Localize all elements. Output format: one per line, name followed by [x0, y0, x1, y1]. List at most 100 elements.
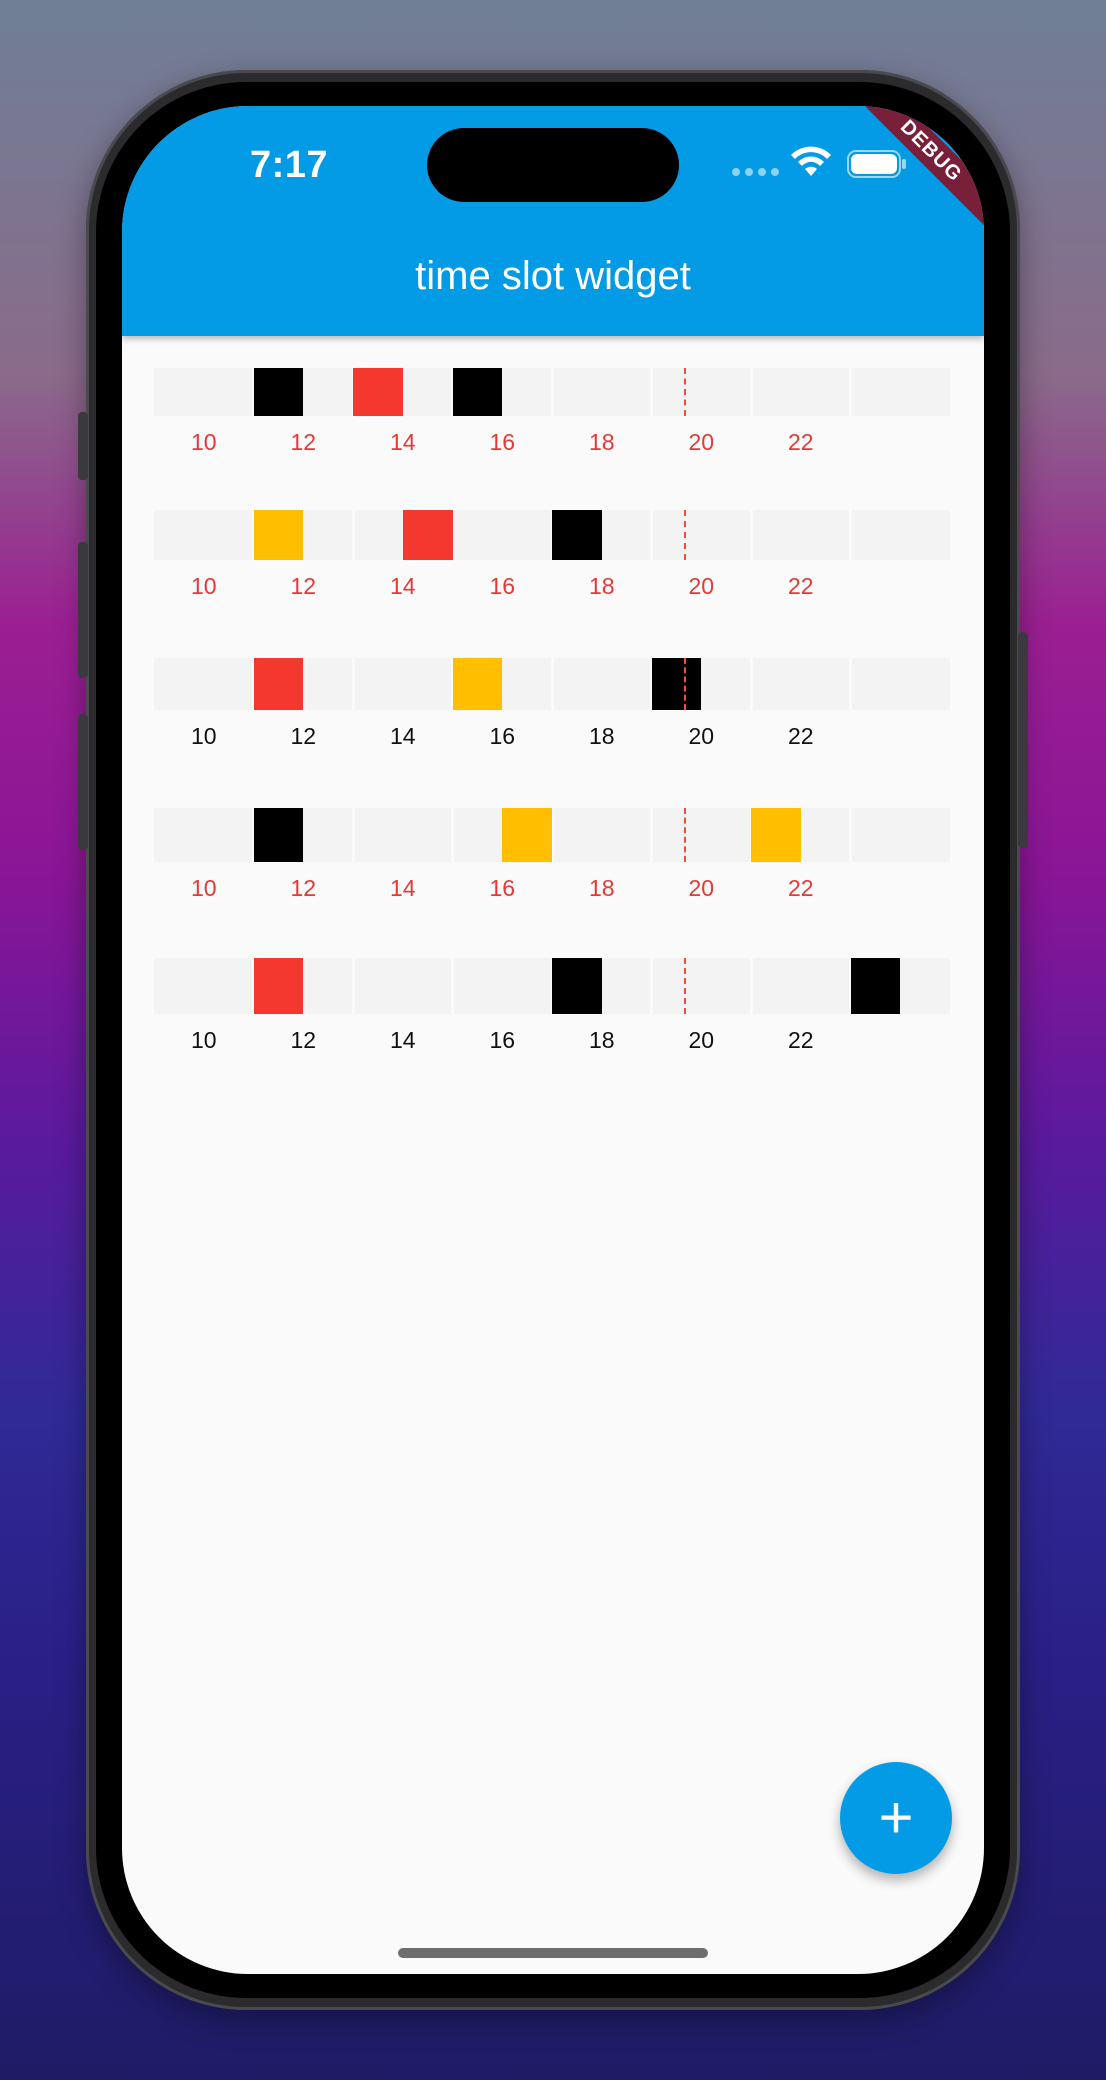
hour-tick-label: 16: [489, 875, 516, 901]
hour-divider: [451, 808, 454, 862]
battery-icon: [847, 150, 906, 178]
time-slot-row: 10 12 14 16 18 20 22: [154, 658, 950, 750]
hour-tick-label: 18: [588, 573, 615, 599]
hour-divider: [650, 808, 653, 862]
booked-slot-black[interactable]: [552, 510, 602, 560]
booked-slot-yellow[interactable]: [502, 808, 552, 862]
booked-slot-yellow[interactable]: [253, 510, 304, 560]
hour-divider: [550, 368, 554, 416]
hour-tick-label: 20: [688, 723, 715, 749]
hour-tick-label: 10: [190, 875, 217, 901]
hour-tick-label: 10: [190, 1027, 217, 1053]
booked-slot-black[interactable]: [850, 958, 901, 1014]
hour-tick-label: 14: [389, 875, 416, 901]
hour-divider: [749, 958, 753, 1014]
hour-tick-label: 14: [389, 429, 416, 455]
add-icon: +: [878, 1784, 914, 1851]
hour-tick-label: 20: [688, 429, 715, 455]
current-time-line: [683, 510, 686, 560]
booked-slot-black[interactable]: [552, 958, 602, 1014]
current-time-line: [683, 958, 686, 1014]
power-button: [1018, 632, 1028, 848]
hour-tick-label: 22: [787, 573, 814, 599]
hour-tick-label: 22: [787, 429, 814, 455]
booked-slot-red[interactable]: [402, 510, 453, 560]
booked-slot-black[interactable]: [253, 368, 304, 416]
time-slot-track: [154, 368, 950, 416]
hour-tick-label: 22: [787, 1027, 814, 1053]
hour-tick-label: 10: [190, 573, 217, 599]
status-time: 7:17: [250, 144, 329, 186]
hour-divider: [351, 510, 355, 560]
add-button[interactable]: +: [840, 1762, 952, 1874]
booked-slot-black[interactable]: [651, 658, 702, 710]
hour-tick-label: 22: [787, 875, 814, 901]
silent-switch: [78, 412, 88, 480]
booked-slot-black[interactable]: [253, 808, 304, 862]
hour-divider: [351, 658, 355, 710]
hour-divider: [849, 368, 852, 416]
hour-tick-label: 22: [787, 723, 814, 749]
time-slot-track: [154, 958, 950, 1014]
time-slot-row: 10 12 14 16 18 20 22: [154, 958, 950, 1054]
current-time-line: [683, 368, 686, 416]
hour-tick-label: 18: [588, 429, 615, 455]
hour-tick-label: 16: [489, 429, 516, 455]
hour-tick-label: 16: [489, 1027, 516, 1053]
time-slot-list: 10 12 14 16 18 20 22 10 12 14 16 18 20 22 10 12 14 16 18 20…: [154, 368, 950, 1053]
page-title: time slot widget: [415, 254, 691, 298]
hour-tick-label: 12: [290, 875, 317, 901]
hour-tick-label: 16: [489, 573, 516, 599]
hour-divider: [351, 958, 355, 1014]
hour-tick-label: 12: [290, 1027, 317, 1053]
hour-tick-label: 14: [389, 573, 416, 599]
hour-divider: [749, 510, 753, 560]
hour-tick-label: 20: [688, 875, 715, 901]
hour-divider: [351, 808, 355, 862]
time-slot-row: 10 12 14 16 18 20 22: [154, 510, 950, 600]
hour-tick-label: 14: [389, 1027, 416, 1053]
cellular-signal-icon: [732, 168, 779, 176]
hour-divider: [550, 658, 554, 710]
hour-divider: [749, 368, 753, 416]
dynamic-island: [427, 128, 679, 202]
hour-tick-label: 18: [588, 875, 615, 901]
hour-divider: [650, 958, 653, 1014]
home-indicator[interactable]: [398, 1948, 708, 1958]
hour-tick-label: 10: [190, 429, 217, 455]
booked-slot-yellow[interactable]: [452, 658, 503, 710]
hour-divider: [451, 958, 454, 1014]
hour-tick-label: 12: [290, 429, 317, 455]
volume-down-button: [78, 714, 88, 850]
time-slot-track: [154, 510, 950, 560]
time-slot-track: [154, 658, 950, 710]
hour-tick-label: 16: [489, 723, 516, 749]
booked-slot-yellow[interactable]: [751, 808, 801, 862]
hour-divider: [650, 510, 653, 560]
time-slot-track: [154, 808, 950, 862]
hour-tick-label: 20: [688, 1027, 715, 1053]
current-time-line: [683, 808, 686, 862]
booked-slot-red[interactable]: [353, 368, 403, 416]
booked-slot-black[interactable]: [452, 368, 503, 416]
time-slot-row: 10 12 14 16 18 20 22: [154, 368, 950, 456]
hour-tick-label: 14: [389, 723, 416, 749]
hour-tick-label: 20: [688, 573, 715, 599]
hour-tick-label: 10: [190, 723, 217, 749]
screen: 7:17 DEBUG time slot widget 10 12 14 16 18 20…: [122, 106, 984, 1974]
hour-tick-label: 18: [588, 723, 615, 749]
booked-slot-red[interactable]: [253, 658, 304, 710]
current-time-line: [683, 658, 686, 710]
wifi-icon: [791, 146, 831, 176]
hour-tick-label: 18: [588, 1027, 615, 1053]
hour-tick-label: 12: [290, 573, 317, 599]
volume-up-button: [78, 542, 88, 678]
hour-divider: [849, 658, 852, 710]
hour-divider: [749, 658, 753, 710]
app-bar: 7:17 DEBUG time slot widget: [122, 106, 984, 336]
hour-tick-label: 12: [290, 723, 317, 749]
hour-divider: [849, 808, 852, 862]
booked-slot-red[interactable]: [253, 958, 304, 1014]
hour-divider: [650, 368, 653, 416]
hour-divider: [849, 510, 852, 560]
